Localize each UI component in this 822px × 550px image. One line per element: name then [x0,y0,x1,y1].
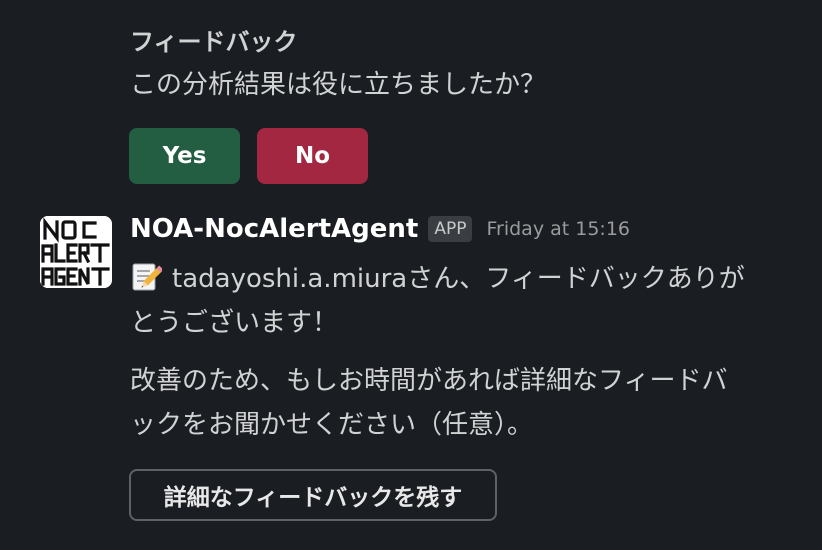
no-button[interactable]: No [257,128,368,184]
yes-button[interactable]: Yes [129,128,240,184]
message-para2-line-2: ックをお聞かせください（任意）。 [130,410,534,440]
app-badge: APP [428,216,473,242]
left-rail [0,0,40,550]
avatar[interactable] [40,216,112,288]
message-text-1: tadayoshi.a.miuraさん、フィードバックありが [172,264,745,294]
message-line-2: とうございます！ [130,308,339,338]
sender-name[interactable]: NOA-NocAlertAgent [130,214,418,244]
message-timestamp[interactable]: Friday at 15:16 [486,218,630,240]
message-line-1: tadayoshi.a.miuraさん、フィードバックありが [130,258,745,295]
feedback-question: この分析結果は役に立ちましたか？ [130,70,547,100]
feedback-title: フィードバック [130,28,298,56]
message-para2-line-1: 改善のため、もしお時間があれば詳細なフィードバ [130,366,728,396]
memo-pencil-icon [130,261,164,293]
message-header: NOA-NocAlertAgent APP Friday at 15:16 [130,214,630,244]
noc-alert-agent-logo-icon [40,216,112,288]
detailed-feedback-button[interactable]: 詳細なフィードバックを残す [129,469,497,521]
